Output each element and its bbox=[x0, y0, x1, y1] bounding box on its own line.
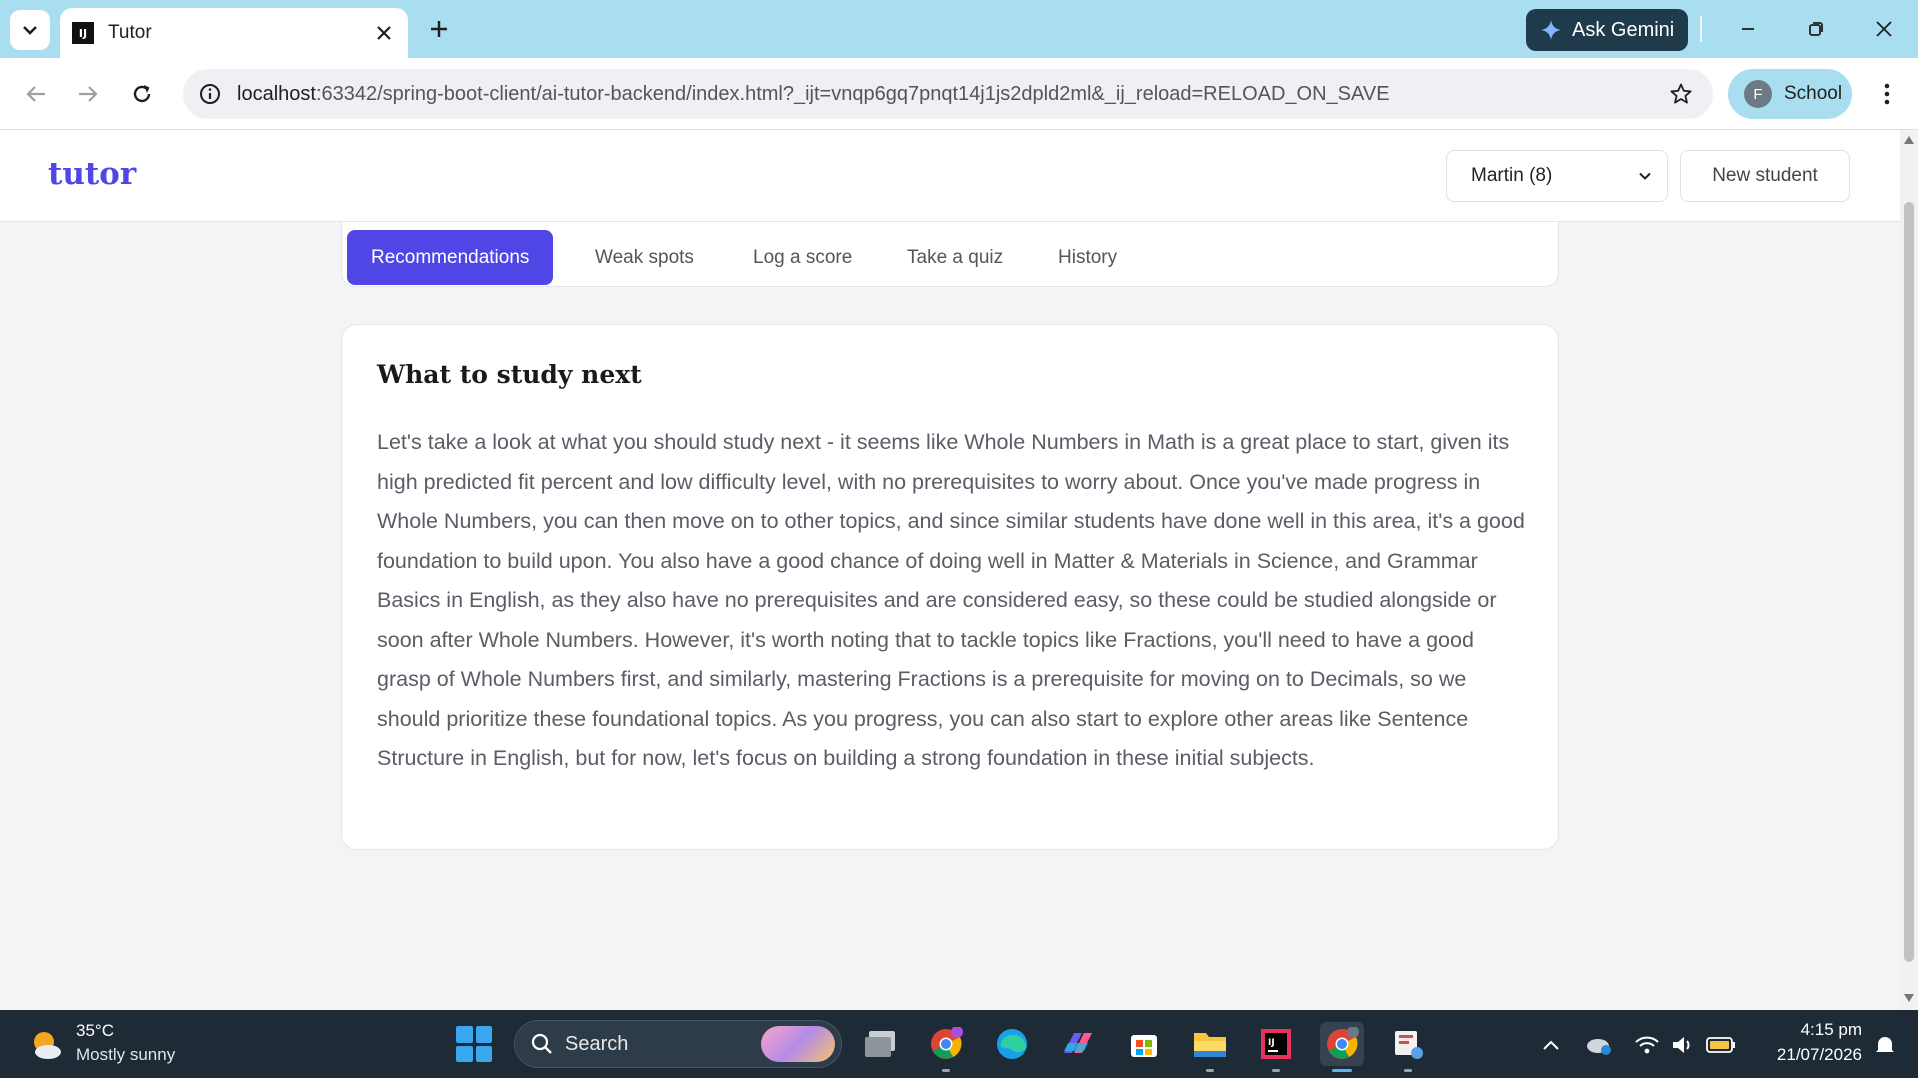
taskbar-search[interactable]: Search bbox=[514, 1020, 842, 1068]
new-tab-button[interactable] bbox=[422, 12, 456, 46]
minimize-icon bbox=[1742, 28, 1754, 30]
tab-weak-spots[interactable]: Weak spots bbox=[595, 230, 694, 285]
tab-recommendations[interactable]: Recommendations bbox=[347, 230, 554, 285]
notification-bell-icon[interactable] bbox=[1872, 1034, 1898, 1056]
address-bar[interactable]: localhost:63342/spring-boot-client/ai-tu… bbox=[183, 69, 1713, 119]
info-icon bbox=[200, 84, 220, 104]
forward-button[interactable] bbox=[68, 74, 108, 114]
snipping-tool-icon[interactable] bbox=[1386, 1022, 1430, 1072]
student-select[interactable]: Martin (8) bbox=[1446, 150, 1668, 202]
weather-temperature[interactable]: 35°C bbox=[76, 1021, 114, 1041]
m365-icon[interactable] bbox=[1056, 1022, 1100, 1066]
close-icon bbox=[1876, 21, 1892, 37]
browser-toolbar: localhost:63342/spring-boot-client/ai-tu… bbox=[0, 58, 1918, 130]
page-viewport: tutor Martin (8) New student Recommendat… bbox=[0, 130, 1900, 1010]
chevron-up-icon[interactable] bbox=[1536, 1030, 1566, 1060]
recommendation-text: Let's take a look at what you should stu… bbox=[377, 430, 1525, 770]
svg-text:IJ: IJ bbox=[1268, 1038, 1275, 1048]
taskbar: 35°C Mostly sunny Search IJ 4:15 pm 21/0… bbox=[0, 1010, 1918, 1078]
avatar: F bbox=[1744, 80, 1772, 108]
tab-take-a-quiz[interactable]: Take a quiz bbox=[907, 230, 1003, 285]
onedrive-icon[interactable] bbox=[1584, 1030, 1614, 1060]
battery-icon[interactable] bbox=[1706, 1030, 1736, 1060]
weather-description[interactable]: Mostly sunny bbox=[76, 1045, 175, 1065]
wifi-icon[interactable] bbox=[1632, 1030, 1662, 1060]
more-vertical-icon bbox=[1884, 83, 1890, 105]
close-icon bbox=[377, 26, 391, 40]
search-highlight-image bbox=[761, 1026, 835, 1062]
arrow-right-icon bbox=[79, 86, 98, 102]
chrome-profile-icon[interactable] bbox=[1320, 1022, 1364, 1072]
windows-logo-icon bbox=[456, 1026, 473, 1043]
url-text: localhost:63342/spring-boot-client/ai-tu… bbox=[237, 83, 1663, 106]
scroll-up-arrow-icon[interactable] bbox=[1903, 134, 1915, 146]
tab-title: Tutor bbox=[108, 22, 152, 43]
edge-icon[interactable] bbox=[990, 1022, 1034, 1066]
gemini-sparkle-icon bbox=[1541, 20, 1561, 40]
recommendation-card: What to study next Let's take a look at … bbox=[341, 324, 1559, 850]
tab-log-a-score[interactable]: Log a score bbox=[753, 230, 852, 285]
intellij-icon[interactable]: IJ bbox=[1254, 1022, 1298, 1072]
profile-name: School bbox=[1784, 83, 1843, 104]
site-info-button[interactable] bbox=[195, 79, 225, 109]
reload-icon bbox=[133, 85, 151, 103]
tab-close-button[interactable] bbox=[370, 19, 398, 47]
tab-history[interactable]: History bbox=[1058, 230, 1117, 285]
arrow-left-icon bbox=[26, 86, 45, 102]
app-header: tutor Martin (8) New student bbox=[0, 130, 1900, 222]
browser-menu-button[interactable] bbox=[1870, 74, 1904, 114]
restore-button[interactable] bbox=[1796, 9, 1836, 49]
search-icon bbox=[531, 1033, 552, 1054]
chrome-icon[interactable] bbox=[924, 1022, 968, 1072]
card-title: What to study next bbox=[377, 360, 642, 389]
volume-icon[interactable] bbox=[1668, 1030, 1698, 1060]
chevron-down-icon bbox=[23, 26, 37, 35]
profile-button[interactable]: F School bbox=[1728, 69, 1852, 119]
restore-icon bbox=[1809, 22, 1823, 36]
explorer-icon[interactable] bbox=[1188, 1022, 1232, 1072]
url-path: :63342/spring-boot-client/ai-tutor-backe… bbox=[315, 82, 1390, 105]
clock-date[interactable]: 21/07/2026 bbox=[1756, 1045, 1862, 1065]
browser-tab-tutor[interactable]: IJ Tutor bbox=[60, 8, 408, 58]
start-button[interactable] bbox=[456, 1026, 492, 1062]
ask-gemini-label: Ask Gemini bbox=[1572, 18, 1675, 41]
scroll-down-arrow-icon[interactable] bbox=[1903, 992, 1915, 1004]
file-manager-icon[interactable] bbox=[858, 1022, 902, 1066]
search-label: Search bbox=[565, 1032, 629, 1055]
brand-logo[interactable]: tutor bbox=[48, 156, 136, 192]
weather-sun-cloud-icon[interactable] bbox=[28, 1026, 64, 1062]
back-button[interactable] bbox=[16, 74, 56, 114]
new-student-button[interactable]: New student bbox=[1680, 150, 1850, 202]
tabs-bar: Recommendations Weak spots Log a score T… bbox=[341, 222, 1559, 287]
tab-search-button[interactable] bbox=[10, 10, 50, 50]
star-icon bbox=[1670, 83, 1692, 104]
reload-button[interactable] bbox=[122, 74, 162, 114]
student-select-value: Martin (8) bbox=[1471, 165, 1553, 186]
minimize-button[interactable] bbox=[1728, 9, 1768, 49]
chevron-down-icon bbox=[1639, 172, 1651, 180]
clock-time[interactable]: 4:15 pm bbox=[1766, 1020, 1862, 1040]
tabstrip-separator bbox=[1700, 16, 1702, 42]
page-scrollbar[interactable] bbox=[1900, 130, 1918, 1010]
store-icon[interactable] bbox=[1122, 1022, 1166, 1066]
scroll-thumb[interactable] bbox=[1904, 202, 1914, 962]
ask-gemini-button[interactable]: Ask Gemini bbox=[1526, 9, 1688, 51]
bookmark-button[interactable] bbox=[1663, 76, 1699, 112]
close-window-button[interactable] bbox=[1864, 9, 1904, 49]
intellij-favicon-icon: IJ bbox=[72, 22, 94, 44]
url-host: localhost bbox=[237, 82, 316, 105]
plus-icon bbox=[431, 21, 447, 37]
browser-tabstrip: IJ Tutor Ask Gemini bbox=[0, 0, 1918, 58]
